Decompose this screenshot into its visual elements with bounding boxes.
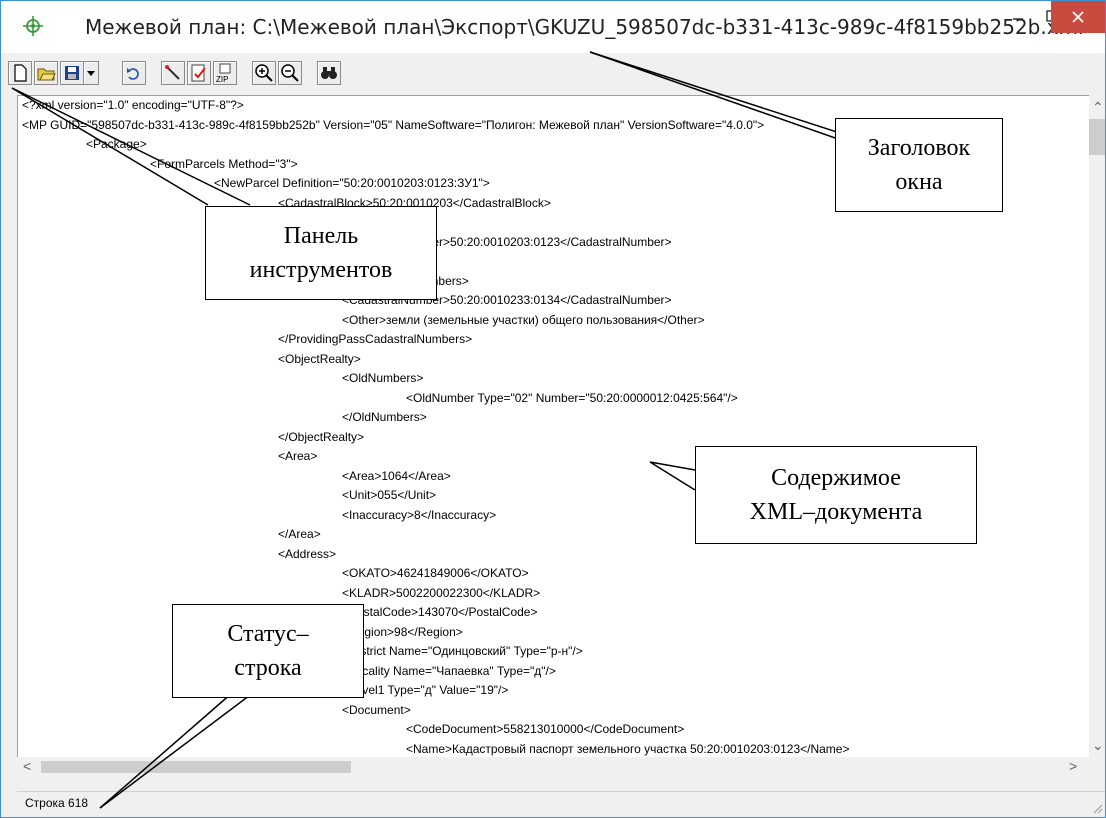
scroll-right-icon[interactable]: >: [1069, 758, 1077, 774]
scroll-up-icon[interactable]: ⌃: [1092, 99, 1104, 116]
new-file-icon: [14, 64, 27, 82]
zip-icon: ZIP: [216, 63, 231, 84]
xml-line: <CadastralNumber>50:20:0010203:0123</Cad…: [342, 234, 672, 249]
minimize-button[interactable]: [1001, 1, 1035, 31]
save-button[interactable]: [60, 61, 84, 85]
wand-button[interactable]: [161, 61, 185, 85]
wand-icon: [165, 65, 180, 80]
open-folder-button[interactable]: [34, 61, 58, 85]
close-icon: [1072, 11, 1084, 23]
xml-line: <Name>Кадастровый паспорт земельного уча…: [406, 741, 850, 756]
callout-xml-content: Содержимое XML–документа: [695, 446, 977, 544]
xml-line: <KLADR>5002200022300</KLADR>: [342, 585, 541, 600]
xml-line: <CodeDocument>558213010000</CodeDocument…: [406, 722, 685, 736]
vertical-scroll-thumb[interactable]: [1089, 119, 1105, 155]
undo-button[interactable]: [122, 61, 146, 85]
minimize-icon: [1013, 18, 1023, 20]
edit-check-icon: [191, 64, 206, 82]
callout-toolbar: Панель инструментов: [205, 206, 437, 300]
binoculars-icon: [321, 67, 337, 79]
xml-line: </OldNumbers>: [342, 410, 427, 424]
resize-grip-icon[interactable]: [1091, 802, 1103, 814]
window-title: Межевой план: C:\Межевой план\Экспорт\GK…: [85, 15, 1084, 39]
title-bar[interactable]: Межевой план: C:\Межевой план\Экспорт\GK…: [1, 1, 1105, 53]
open-folder-icon: [37, 68, 56, 81]
close-button[interactable]: [1051, 1, 1105, 33]
zoom-out-button[interactable]: [278, 61, 302, 85]
save-icon: [65, 66, 79, 80]
status-line-text: Строка 618: [25, 796, 89, 810]
xml-line: <OldNumbers>: [342, 371, 424, 385]
xml-line: <?xml version="1.0" encoding="UTF-8"?>: [22, 98, 244, 112]
xml-line: </ObjectRealty>: [278, 429, 365, 444]
callout-toolbar-line2: инструментов: [249, 257, 393, 283]
crosshair-app-icon: [23, 16, 43, 36]
chevron-down-icon: [87, 71, 95, 76]
callout-status-line1: Статус–: [227, 621, 309, 647]
status-bar: Строка 618: [17, 791, 1105, 816]
callout-content-line1: Содержимое: [771, 465, 901, 491]
xml-line: <OldNumber Type="02" Number="50:20:00000…: [406, 390, 738, 405]
callout-content-line2: XML–документа: [749, 499, 923, 525]
new-file-button[interactable]: [8, 61, 32, 85]
zoom-in-button[interactable]: [252, 61, 276, 85]
zoom-in-icon: [255, 64, 273, 82]
callout-title-line2: окна: [895, 169, 943, 195]
xml-line: </Prev_CadastralNumbers>: [18, 252, 1088, 272]
callout-status-line2: строка: [234, 655, 302, 681]
xml-line: <ObjectRealty>: [278, 351, 361, 366]
xml-line: <Other>земли (земельные участки) общего …: [342, 312, 705, 327]
callout-toolbar-line1: Панель: [283, 223, 359, 249]
find-button[interactable]: [317, 61, 341, 85]
callout-title-line1: Заголовок: [867, 135, 971, 161]
validate-button[interactable]: [187, 61, 211, 85]
xml-line: </ProvidingPassCadastralNumbers>: [278, 332, 473, 346]
xml-line: <Document>: [342, 702, 411, 717]
svg-text:ZIP: ZIP: [216, 75, 228, 84]
undo-icon: [127, 68, 139, 80]
callout-title: Заголовок окна: [835, 118, 1003, 212]
xml-line: <CadastralNumber>50:20:0010233:0134</Cad…: [342, 293, 672, 307]
zip-button[interactable]: ZIP: [213, 61, 237, 85]
vertical-scrollbar[interactable]: ⌃ ⌄: [1089, 95, 1105, 757]
xml-line: <ProvidingPassCadastralNumbers>: [18, 272, 1088, 292]
horizontal-scrollbar[interactable]: < >: [17, 757, 1089, 777]
horizontal-scroll-thumb[interactable]: [41, 761, 351, 773]
scroll-left-icon[interactable]: <: [23, 758, 31, 774]
callout-status: Статус– строка: [172, 604, 364, 698]
scroll-down-icon[interactable]: ⌄: [1092, 737, 1104, 754]
save-dropdown-button[interactable]: [83, 61, 99, 85]
zoom-out-icon: [281, 64, 299, 82]
xml-line: <Address>: [278, 546, 337, 561]
xml-line: <Prev_CadastralNumbers>: [18, 213, 1088, 233]
xml-line: <OKATO>46241849006</OKATO>: [342, 566, 529, 580]
